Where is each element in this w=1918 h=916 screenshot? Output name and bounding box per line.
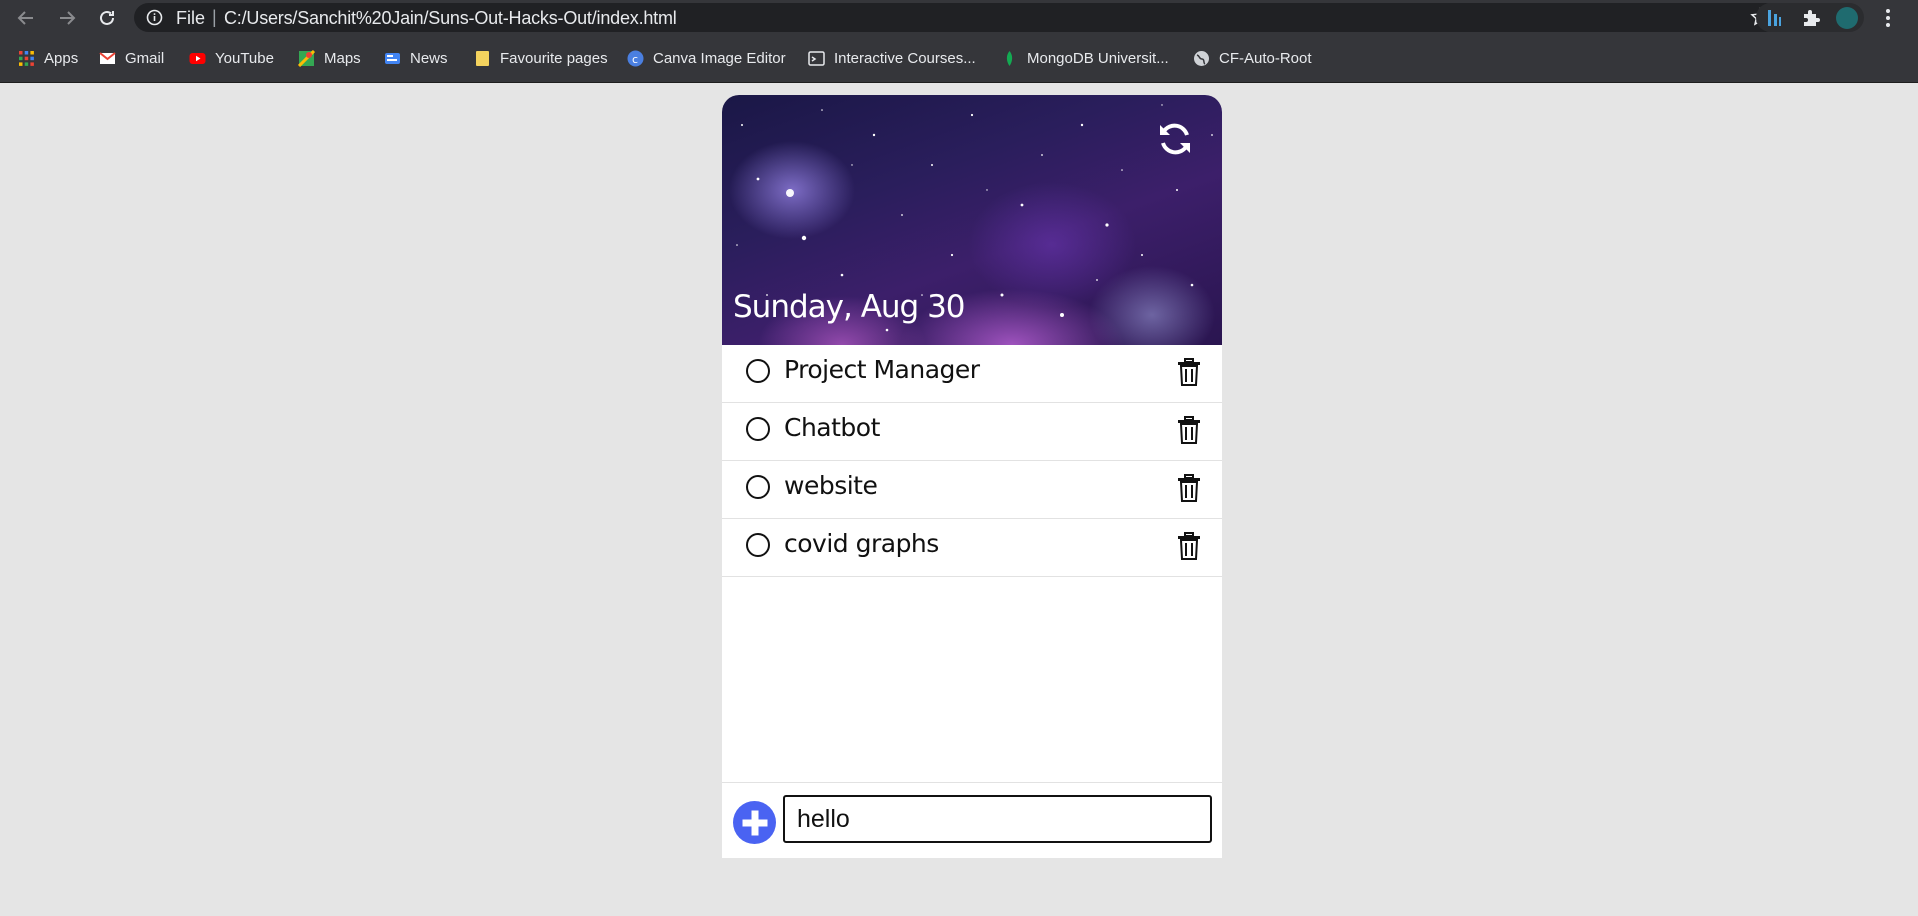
bookmark-label: YouTube (215, 49, 274, 67)
bar-chart-extension-icon[interactable] (1764, 7, 1786, 29)
url-text[interactable]: C:/Users/Sanchit%20Jain/Suns-Out-Hacks-O… (224, 8, 677, 29)
bookmark-label: MongoDB Universit... (1027, 49, 1169, 67)
task-checkbox[interactable] (746, 475, 770, 499)
kebab-menu-icon[interactable] (1885, 8, 1891, 28)
bookmarks-bar: Apps Gmail YouTube Maps News Favourite p… (0, 35, 1918, 83)
task-checkbox[interactable] (746, 417, 770, 441)
svg-text:c: c (632, 53, 638, 66)
new-task-input[interactable] (783, 795, 1212, 843)
folder-icon (476, 50, 489, 66)
globe-icon (1194, 50, 1209, 66)
reload-button[interactable] (94, 5, 120, 31)
info-icon[interactable] (146, 9, 163, 26)
arrow-right-icon (60, 11, 76, 25)
mongodb-leaf-icon (1006, 50, 1013, 66)
bookmark-label: News (410, 49, 448, 67)
trash-icon[interactable] (1178, 474, 1200, 502)
bookmark-news[interactable]: News (384, 46, 448, 70)
bookmark-mongodb[interactable]: MongoDB Universit... (1001, 46, 1169, 70)
youtube-icon (189, 52, 206, 64)
arrow-left-icon (17, 11, 33, 25)
bookmark-interactive-courses[interactable]: Interactive Courses... (808, 46, 976, 70)
address-bar[interactable]: File | C:/Users/Sanchit%20Jain/Suns-Out-… (134, 3, 1780, 32)
trash-icon[interactable] (1178, 358, 1200, 386)
profile-avatar[interactable] (1836, 7, 1858, 29)
bookmark-folder-favourite-pages[interactable]: Favourite pages (474, 46, 608, 70)
bookmark-youtube[interactable]: YouTube (189, 46, 274, 70)
task-text: Project Manager (784, 355, 980, 384)
bookmark-cf-auto-root[interactable]: CF-Auto-Root (1193, 46, 1312, 70)
trash-icon[interactable] (1178, 416, 1200, 444)
bookmark-label: CF-Auto-Root (1219, 49, 1312, 67)
browser-toolbar: File | C:/Users/Sanchit%20Jain/Suns-Out-… (0, 0, 1918, 35)
task-list: Project Manager Chatbot website covid gr… (722, 345, 1222, 577)
list-item: website (722, 461, 1222, 519)
reload-icon (100, 10, 114, 25)
galaxy-header: Sunday, Aug 30 (722, 95, 1222, 345)
bookmark-maps[interactable]: Maps (298, 46, 361, 70)
bookmark-label: Canva Image Editor (653, 49, 786, 67)
bookmark-label: Apps (44, 49, 79, 67)
bookmark-gmail[interactable]: Gmail (99, 46, 164, 70)
bookmark-label: Gmail (125, 49, 165, 67)
gmail-icon (99, 51, 116, 64)
sync-icon (1160, 123, 1190, 155)
task-text: Chatbot (784, 413, 880, 442)
bookmark-apps[interactable]: Apps (18, 46, 78, 70)
bookmark-label: Favourite pages (500, 49, 608, 67)
canva-icon: c (627, 50, 644, 66)
task-text: covid graphs (784, 529, 939, 558)
trash-icon[interactable] (1178, 532, 1200, 560)
news-icon (385, 52, 400, 64)
bookmark-canva[interactable]: c Canva Image Editor (627, 46, 786, 70)
task-checkbox[interactable] (746, 359, 770, 383)
list-item: covid graphs (722, 519, 1222, 577)
add-task-bar (722, 782, 1222, 858)
apps-grid-icon (19, 50, 34, 66)
maps-icon (298, 49, 315, 67)
sync-button[interactable] (1155, 119, 1195, 159)
task-text: website (784, 471, 878, 500)
list-item: Chatbot (722, 403, 1222, 461)
task-checkbox[interactable] (746, 533, 770, 557)
url-separator: | (212, 7, 217, 27)
current-date: Sunday, Aug 30 (733, 289, 966, 325)
file-scheme-label: File (176, 8, 206, 28)
todo-card: Sunday, Aug 30 Project Manager Chatbot w… (722, 95, 1222, 858)
terminal-icon (808, 50, 825, 66)
forward-button[interactable] (54, 5, 80, 31)
add-task-button[interactable] (733, 801, 776, 844)
bookmark-label: Interactive Courses... (834, 49, 976, 67)
bookmark-label: Maps (324, 49, 361, 67)
back-button[interactable] (13, 5, 39, 31)
puzzle-extensions-icon[interactable] (1800, 7, 1822, 29)
list-item: Project Manager (722, 345, 1222, 403)
extensions-area (1756, 3, 1864, 32)
